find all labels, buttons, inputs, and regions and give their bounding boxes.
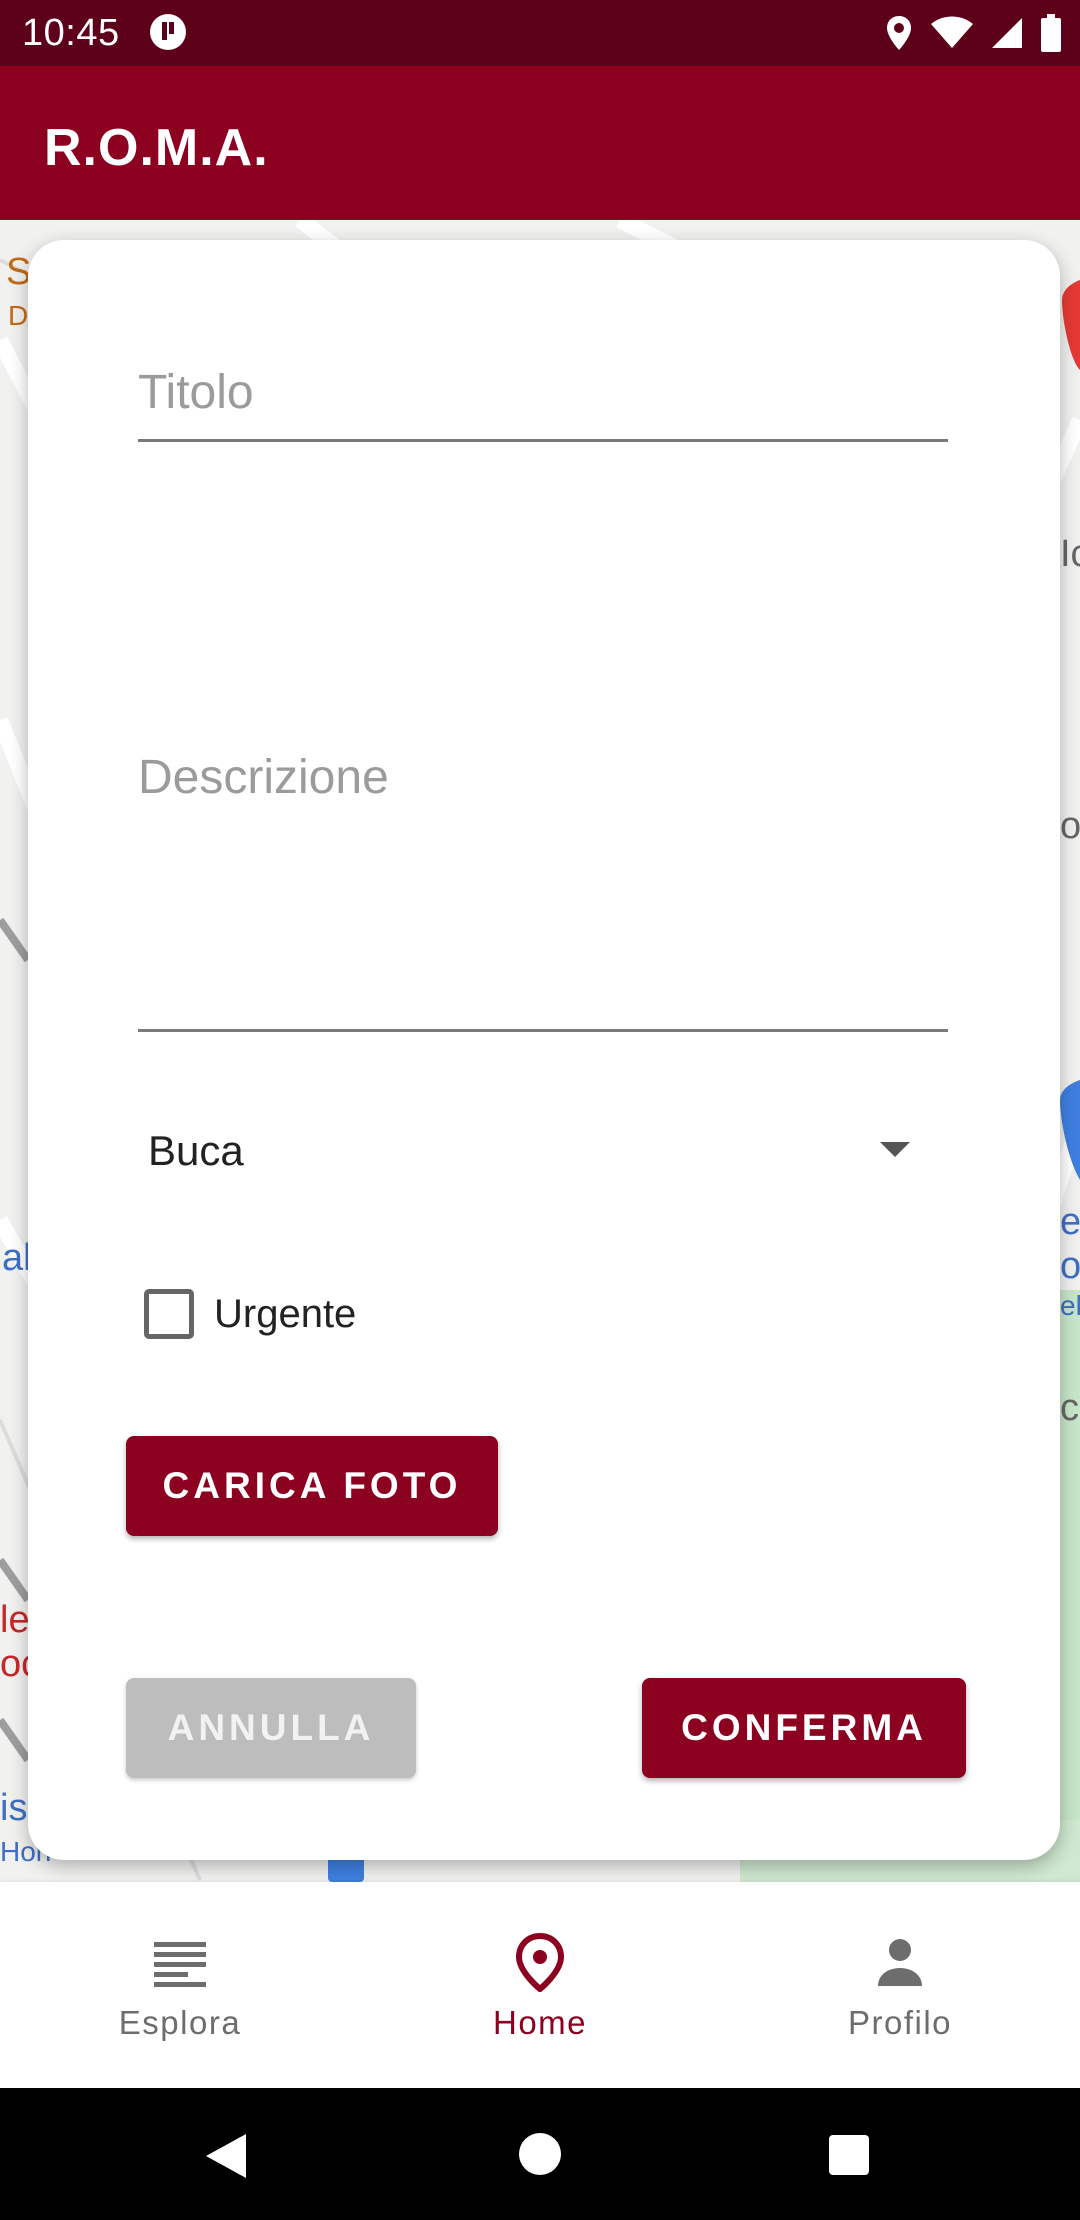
app-title: R.O.M.A. [44, 119, 269, 177]
status-time: 10:45 [22, 12, 120, 54]
upload-photo-button[interactable]: CARICA FOTO [126, 1436, 498, 1536]
system-navigation-bar [0, 2088, 1080, 2220]
title-underline [138, 439, 948, 442]
signal-icon [990, 16, 1024, 50]
map-label: c [1060, 1387, 1079, 1429]
map-label: is [0, 1787, 28, 1829]
urgent-row: Urgente [144, 1284, 356, 1344]
home-circle-icon[interactable] [518, 2132, 562, 2181]
map-label: le [0, 1599, 30, 1641]
wifi-icon [930, 16, 974, 50]
nav-item-profilo[interactable]: Profilo [720, 1882, 1080, 2088]
nav-item-home[interactable]: Home [360, 1882, 720, 2088]
app-bar: R.O.M.A. [0, 66, 1080, 220]
map-label: or [1060, 805, 1080, 847]
back-icon[interactable] [202, 2132, 248, 2185]
urgent-checkbox[interactable] [144, 1289, 194, 1339]
nav-label-home: Home [492, 2004, 588, 2041]
map-label: Ic [1060, 533, 1080, 575]
dropdown-arrow-icon [880, 1142, 910, 1157]
battery-icon [1040, 14, 1062, 52]
person-icon [870, 1932, 930, 1992]
app-notification-icon [148, 12, 188, 52]
list-icon [150, 1932, 210, 1992]
status-bar: 10:45 [0, 0, 1080, 66]
urgent-label[interactable]: Urgente [214, 1292, 356, 1337]
bottom-navigation: Esplora Home Profilo [0, 1882, 1080, 2088]
map-label: D [8, 300, 29, 331]
location-icon [884, 14, 914, 52]
map-label: e [1060, 1201, 1080, 1243]
nav-label-profilo: Profilo [847, 2004, 953, 2041]
cancel-button[interactable]: ANNULLA [126, 1678, 416, 1778]
map-label: eliv [1060, 1290, 1080, 1321]
title-field [138, 350, 948, 442]
nav-label-esplora: Esplora [118, 2004, 242, 2041]
description-input[interactable] [138, 740, 948, 1020]
new-report-dialog: Buca Urgente CARICA FOTO ANNULLA CONFERM… [28, 240, 1060, 1860]
nav-item-esplora[interactable]: Esplora [0, 1882, 360, 2088]
title-input[interactable] [138, 350, 948, 436]
confirm-button[interactable]: CONFERMA [642, 1678, 966, 1778]
map-label: or [1060, 1245, 1080, 1287]
category-selected-value: Buca [148, 1127, 244, 1174]
recents-square-icon[interactable] [828, 2134, 870, 2181]
description-field [138, 740, 948, 1032]
category-select[interactable]: Buca [138, 1100, 948, 1200]
description-underline [138, 1029, 948, 1032]
location-pin-icon [510, 1932, 570, 1993]
